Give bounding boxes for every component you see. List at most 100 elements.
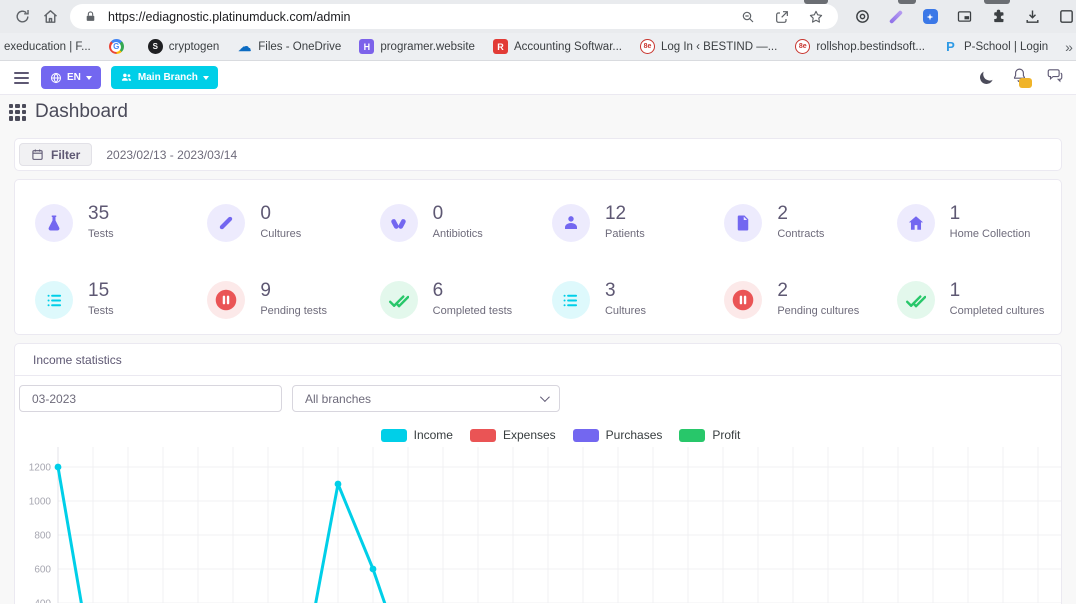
contract-stat-icon (724, 204, 762, 242)
language-button[interactable]: EN (41, 66, 101, 89)
share-icon[interactable] (772, 7, 792, 27)
filter-label-box: Filter (19, 143, 92, 166)
tube-stat-icon (207, 204, 245, 242)
bookmark-item[interactable]: exeducation | F... (0, 41, 100, 53)
stat-label: Cultures (605, 305, 646, 317)
calendar-icon (31, 148, 44, 161)
legend-item-expenses[interactable]: Expenses (470, 428, 556, 442)
address-bar[interactable]: https://ediagnostic.platinumduck.com/adm… (70, 4, 838, 29)
bookmark-item[interactable]: S cryptogen (139, 39, 229, 54)
language-label: EN (67, 72, 81, 83)
reload-icon[interactable] (12, 7, 32, 27)
lock-icon (80, 7, 100, 27)
svg-text:1000: 1000 (29, 497, 52, 508)
bookmark-item[interactable]: 8e Log In ‹ BESTIND —... (631, 39, 786, 54)
branch-select[interactable]: All branches (292, 385, 560, 412)
stat-value: 3 (605, 281, 646, 301)
chat-icon[interactable] (1046, 66, 1064, 89)
branch-button[interactable]: Main Branch (111, 66, 218, 89)
stat-label: Contracts (777, 228, 824, 240)
stat-value: 2 (777, 281, 859, 301)
stat-item: 0 Cultures (193, 204, 365, 257)
stat-item: 6 Completed tests (366, 281, 538, 334)
bookmark-item[interactable]: 8e rollshop.bestindsoft... (786, 39, 934, 54)
app-header: EN Main Branch (0, 61, 1076, 95)
legend-item-income[interactable]: Income (381, 428, 453, 442)
legend-item-purchases[interactable]: Purchases (573, 428, 663, 442)
legend-swatch (573, 429, 599, 442)
bookmark-label: Accounting Softwar... (514, 41, 622, 53)
pause-icon (213, 287, 239, 313)
onedrive-favicon-icon: ☁ (237, 39, 252, 54)
flask-icon (45, 214, 63, 232)
stat-label: Cultures (260, 228, 301, 240)
picture-in-picture-icon[interactable] (954, 7, 974, 27)
bookmark-label: Log In ‹ BESTIND —... (661, 41, 777, 53)
stat-item: 12 Patients (538, 204, 710, 257)
stat-label: Pending cultures (777, 305, 859, 317)
stat-label: Tests (88, 228, 114, 240)
home-icon (907, 214, 925, 232)
check-stat-icon (380, 281, 418, 319)
list-stat-icon (552, 281, 590, 319)
legend-label: Purchases (606, 428, 663, 442)
svg-text:400: 400 (34, 599, 51, 604)
red-r-favicon-icon: R (493, 39, 508, 54)
url-text[interactable]: https://ediagnostic.platinumduck.com/adm… (108, 10, 738, 24)
svg-text:600: 600 (34, 565, 51, 576)
flask-stat-icon (35, 204, 73, 242)
notifications-bell-icon[interactable] (1011, 67, 1028, 89)
bookmark-item[interactable]: H programer.website (350, 39, 484, 54)
legend-label: Profit (712, 428, 740, 442)
pills-icon (389, 214, 408, 233)
svg-text:1200: 1200 (29, 463, 52, 474)
extensions-puzzle-icon[interactable] (988, 7, 1008, 27)
stat-value: 6 (433, 281, 512, 301)
pen-extension-icon[interactable] (886, 7, 906, 27)
zoom-icon[interactable] (738, 7, 758, 27)
bookmark-item[interactable]: ☁ Files - OneDrive (228, 39, 350, 54)
bookmark-item[interactable]: R Accounting Softwar... (484, 39, 631, 54)
page-title-text: Dashboard (35, 101, 128, 123)
bookmark-star-icon[interactable] (806, 7, 826, 27)
month-input[interactable]: 03-2023 (19, 385, 282, 412)
stat-value: 12 (605, 204, 645, 224)
bookmark-item[interactable]: P P-School | Login (934, 39, 1057, 54)
cryptogen-favicon-icon: S (148, 39, 163, 54)
swirl-extension-icon[interactable] (852, 7, 872, 27)
stat-item: 2 Contracts (710, 204, 882, 257)
stat-value: 2 (777, 204, 824, 224)
branch-select-value: All branches (305, 392, 371, 406)
translate-ai-extension-icon[interactable] (920, 7, 940, 27)
stat-value: 1 (950, 281, 1045, 301)
stat-label: Home Collection (950, 228, 1031, 240)
stat-item: 2 Pending cultures (710, 281, 882, 334)
tab-strip-fragment (984, 0, 1010, 4)
browser-window: https://ediagnostic.platinumduck.com/adm… (0, 0, 1076, 604)
stat-value: 0 (433, 204, 483, 224)
bookmarks-overflow-icon[interactable]: » (1057, 39, 1076, 55)
legend-swatch (470, 429, 496, 442)
chevron-down-icon (203, 76, 209, 80)
line-chart-canvas: 12001000800600400 (15, 447, 1061, 603)
menu-toggle-icon[interactable] (12, 70, 31, 86)
bookmark-item[interactable] (100, 39, 139, 54)
date-range-input[interactable]: 2023/02/13 - 2023/03/14 (92, 143, 1057, 166)
bookmark-label: rollshop.bestindsoft... (816, 41, 925, 53)
legend-swatch (679, 429, 705, 442)
dark-mode-moon-icon[interactable] (979, 70, 995, 86)
pause-stat-icon (724, 281, 762, 319)
legend-label: Expenses (503, 428, 556, 442)
pills-stat-icon (380, 204, 418, 242)
list-icon (45, 291, 64, 310)
home-icon[interactable] (40, 7, 60, 27)
stat-label: Antibiotics (433, 228, 483, 240)
stat-item: 35 Tests (21, 204, 193, 257)
profile-square-icon[interactable] (1056, 7, 1076, 27)
stat-value: 9 (260, 281, 327, 301)
chevron-down-icon (86, 76, 92, 80)
legend-item-profit[interactable]: Profit (679, 428, 740, 442)
browser-toolbar: https://ediagnostic.platinumduck.com/adm… (0, 0, 1076, 33)
downloads-icon[interactable] (1022, 7, 1042, 27)
stat-value: 1 (950, 204, 1031, 224)
